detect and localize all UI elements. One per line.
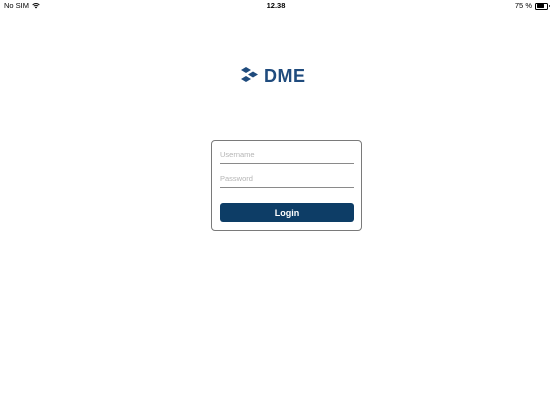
username-field[interactable] (220, 146, 354, 164)
dme-logo-mark-icon (240, 67, 260, 85)
status-bar: No SIM 12.38 75 % (0, 0, 552, 12)
battery-percent-label: 75 % (514, 1, 532, 10)
battery-level-fill (536, 4, 544, 8)
status-right: 75 % (514, 0, 550, 12)
login-form: Login (211, 140, 362, 231)
logo-text: DME (264, 66, 306, 86)
app-logo: DME (240, 66, 306, 86)
password-field[interactable] (220, 170, 354, 188)
battery-icon (535, 2, 550, 10)
login-button[interactable]: Login (220, 203, 354, 222)
status-time: 12.38 (266, 1, 286, 10)
